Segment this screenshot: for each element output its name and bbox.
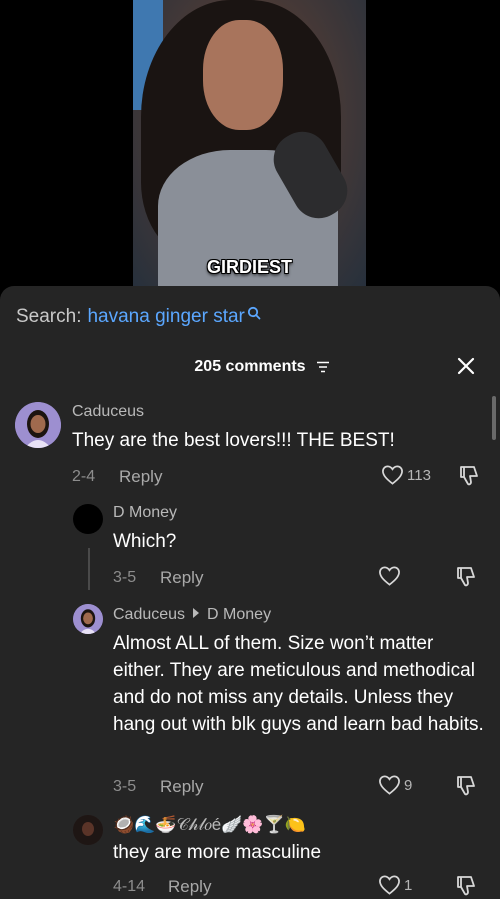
heart-icon bbox=[382, 465, 403, 485]
comment-date: 3-5 bbox=[113, 569, 137, 586]
dislike-icon[interactable] bbox=[454, 774, 478, 798]
heart-icon bbox=[379, 566, 400, 586]
comment-author[interactable]: 🥥🌊🍜𝒞𝒽𝓁𝑜é🪽🌸🍸🍋 bbox=[113, 815, 306, 835]
avatar[interactable] bbox=[15, 402, 61, 448]
reply-item: D Money Which? 3-5 Reply bbox=[0, 500, 500, 600]
reply-item: Caduceus D Money Almost ALL of them. Size… bbox=[0, 602, 500, 802]
reply-button[interactable]: Reply bbox=[160, 568, 203, 588]
dislike-icon[interactable] bbox=[454, 874, 478, 898]
comment-text: Which? bbox=[113, 531, 177, 552]
comments-header: 205 comments bbox=[0, 356, 500, 378]
like-button[interactable]: 113 bbox=[381, 464, 431, 486]
like-count: 113 bbox=[407, 466, 431, 484]
search-suggestion[interactable]: Search: havana ginger star bbox=[16, 306, 261, 328]
comment-author[interactable]: D Money bbox=[113, 504, 177, 522]
reply-button[interactable]: Reply bbox=[168, 877, 211, 897]
avatar[interactable] bbox=[73, 504, 103, 534]
like-count: 1 bbox=[404, 876, 413, 894]
comment-date: 4-14 bbox=[113, 878, 146, 895]
video-player[interactable]: GIRDIEST bbox=[133, 0, 366, 290]
avatar[interactable] bbox=[73, 604, 103, 634]
comment-author[interactable]: Caduceus bbox=[72, 403, 144, 421]
comment-text: they are more masculine bbox=[113, 842, 322, 863]
comment-author[interactable]: Caduceus bbox=[113, 606, 185, 623]
video-caption: GIRDIEST bbox=[206, 257, 292, 277]
video-subject-face bbox=[203, 20, 283, 130]
avatar-image bbox=[73, 815, 103, 845]
close-icon[interactable] bbox=[454, 354, 478, 378]
comments-sheet: Search: havana ginger star 205 comments bbox=[0, 286, 500, 899]
reply-to-arrow-icon bbox=[193, 608, 200, 618]
heart-icon bbox=[379, 875, 400, 895]
reply-button[interactable]: Reply bbox=[119, 467, 162, 487]
avatar-image bbox=[15, 402, 61, 448]
comment-item: Caduceus They are the best lovers!!! THE… bbox=[0, 398, 500, 498]
comments-count: 205 comments bbox=[194, 358, 306, 375]
reply-item: 🥥🌊🍜𝒞𝒽𝓁𝑜é🪽🌸🍸🍋 they are more masculine 4-1… bbox=[0, 811, 500, 899]
filter-icon[interactable] bbox=[316, 360, 330, 374]
dislike-icon[interactable] bbox=[457, 464, 481, 488]
like-count: 9 bbox=[404, 776, 413, 794]
like-button[interactable]: 1 bbox=[378, 874, 412, 896]
search-icon bbox=[247, 306, 261, 320]
search-query-link[interactable]: havana ginger star bbox=[87, 306, 244, 328]
comment-date: 3-5 bbox=[113, 778, 137, 795]
comment-author-line: Caduceus D Money bbox=[113, 606, 271, 624]
comment-text: Almost ALL of them. Size won’t matter ei… bbox=[113, 633, 484, 735]
avatar-image bbox=[73, 604, 103, 634]
search-label: Search: bbox=[16, 306, 82, 327]
dislike-icon[interactable] bbox=[454, 565, 478, 589]
comment-date: 2-4 bbox=[72, 468, 96, 485]
like-button[interactable]: 9 bbox=[378, 774, 412, 796]
heart-icon bbox=[379, 775, 400, 795]
reply-button[interactable]: Reply bbox=[160, 777, 203, 797]
reply-to-author[interactable]: D Money bbox=[207, 606, 271, 623]
avatar[interactable] bbox=[73, 815, 103, 845]
like-button[interactable] bbox=[378, 565, 404, 587]
comment-text: They are the best lovers!!! THE BEST! bbox=[72, 430, 395, 451]
